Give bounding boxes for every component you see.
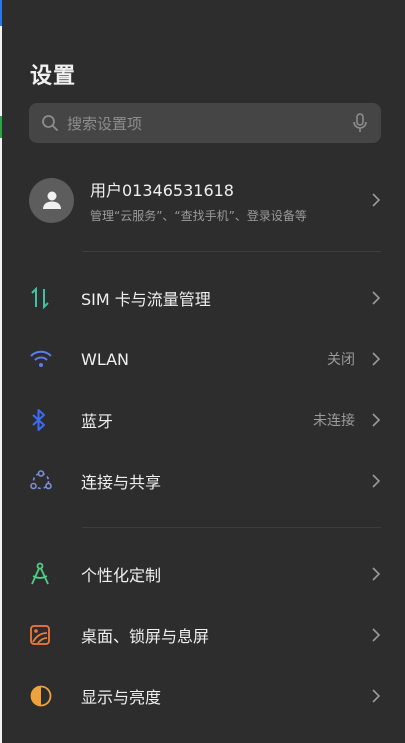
- share-icon: [30, 470, 52, 490]
- chevron-right-icon: [372, 352, 381, 366]
- user-icon: [42, 191, 61, 209]
- edge-accent-green: [0, 116, 2, 138]
- chevron-right-icon: [372, 474, 381, 488]
- settings-item-display[interactable]: 显示与亮度: [29, 667, 381, 725]
- settings-item-label: WLAN: [81, 349, 130, 369]
- chevron-right-icon: [372, 567, 381, 581]
- settings-item-status: 关闭: [327, 352, 355, 368]
- wifi-icon: [30, 350, 52, 367]
- settings-item-label: 显示与亮度: [81, 688, 162, 707]
- chevron-right-icon: [372, 413, 381, 427]
- settings-item-wallpaper[interactable]: 桌面、锁屏与息屏: [29, 606, 381, 664]
- settings-item-personalize[interactable]: 个性化定制: [29, 545, 381, 603]
- search-bar[interactable]: 搜索设置项: [29, 103, 381, 143]
- chevron-right-icon: [372, 689, 381, 703]
- settings-item-label: 连接与共享: [81, 473, 162, 492]
- personalize-icon: [31, 562, 49, 585]
- left-edge-strip: [0, 0, 2, 743]
- search-icon: [42, 115, 58, 131]
- avatar: [29, 177, 74, 223]
- microphone-icon[interactable]: [351, 113, 369, 133]
- wallpaper-icon: [30, 625, 50, 645]
- settings-item-label: 蓝牙: [81, 412, 114, 431]
- chevron-right-icon: [372, 628, 381, 642]
- settings-item-wlan[interactable]: WLAN 关闭: [29, 330, 381, 388]
- settings-screen: 设置 搜索设置项 用户01346531618 管理“云服务”、“查找手机”、登录…: [0, 0, 405, 743]
- page-title: 设置: [30, 64, 77, 89]
- chevron-right-icon: [372, 291, 381, 305]
- settings-item-status: 未连接: [313, 413, 355, 429]
- section-divider: [82, 527, 381, 528]
- settings-item-label: 桌面、锁屏与息屏: [81, 627, 210, 646]
- section-divider: [82, 251, 381, 252]
- edge-accent-blue: [0, 0, 2, 26]
- settings-item-label: SIM 卡与流量管理: [81, 290, 211, 309]
- display-icon: [30, 685, 52, 707]
- account-row[interactable]: 用户01346531618 管理“云服务”、“查找手机”、登录设备等: [29, 175, 381, 225]
- settings-item-bluetooth[interactable]: 蓝牙 未连接: [29, 391, 381, 449]
- settings-item-connection[interactable]: 连接与共享: [29, 452, 381, 510]
- settings-item-label: 个性化定制: [81, 566, 162, 585]
- account-name: 用户01346531618: [90, 180, 234, 200]
- bluetooth-icon: [32, 409, 45, 431]
- sim-data-icon: [31, 287, 49, 309]
- account-subtitle: 管理“云服务”、“查找手机”、登录设备等: [90, 208, 307, 223]
- settings-item-sim[interactable]: SIM 卡与流量管理: [29, 269, 381, 327]
- search-input[interactable]: 搜索设置项: [67, 113, 351, 134]
- chevron-right-icon: [372, 193, 381, 207]
